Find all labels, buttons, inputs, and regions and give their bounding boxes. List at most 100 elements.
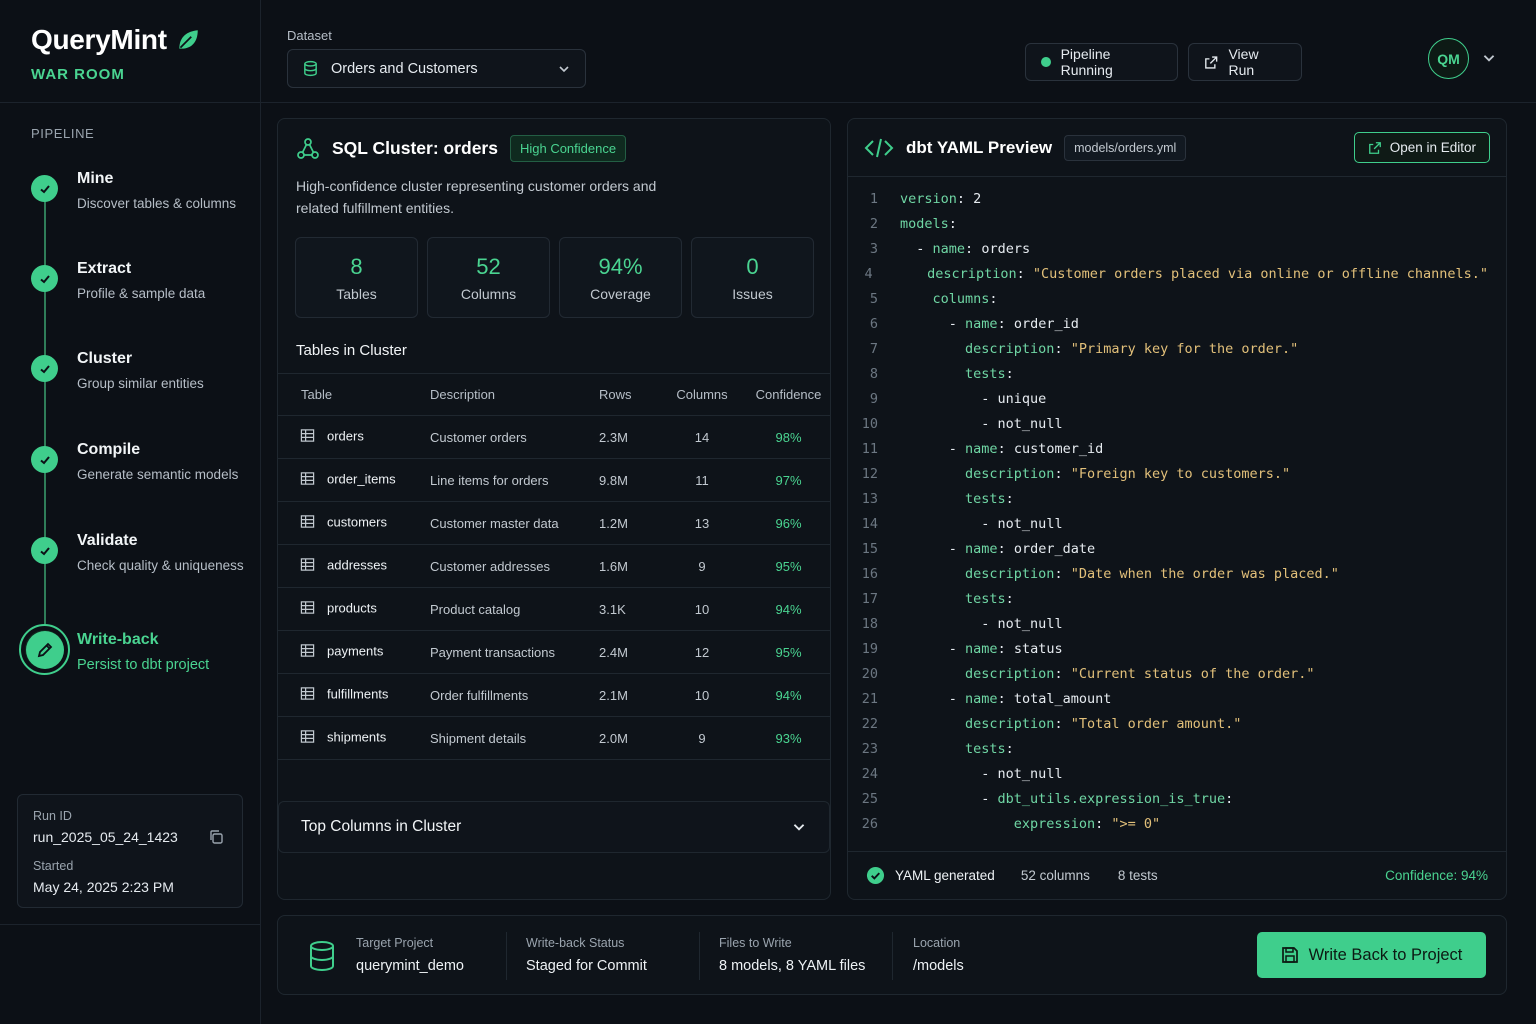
code-line: 1 version: 2 (848, 187, 1488, 212)
table-description-cell: Customer addresses (430, 544, 599, 588)
table-columns-cell: 9 (657, 544, 747, 588)
chevron-down-icon (793, 824, 805, 831)
line-number: 20 (861, 666, 878, 682)
code-dash: - (948, 541, 966, 557)
open-in-editor-button[interactable]: Open in Editor (1353, 132, 1490, 163)
col-header-rows[interactable]: Rows (599, 373, 657, 416)
step-title: Mine (77, 170, 114, 187)
check-icon (31, 265, 58, 292)
code-dash: - (981, 416, 998, 432)
table-row[interactable]: order_items Line items for orders 9.8M 11 97… (278, 458, 830, 502)
code-colon: : (1005, 591, 1014, 607)
code-key: description (965, 341, 1055, 357)
app-root: QueryMint WAR ROOM PIPELINE Mine Discove… (0, 0, 1536, 1024)
code-line: 22 description: "Total order amount." (848, 712, 1488, 737)
table-name-text: fulfillments (327, 686, 389, 702)
table-row[interactable]: orders Customer orders 2.3M 14 98% (278, 415, 830, 459)
code-key: columns (932, 291, 990, 307)
table-name-text: payments (327, 643, 384, 659)
pipeline-status-badge: Pipeline Running (1025, 43, 1178, 81)
table-columns-cell: 12 (657, 630, 747, 674)
code-key: name (965, 316, 998, 332)
col-header-description[interactable]: Description (430, 373, 599, 416)
table-confidence-cell: 96% (747, 501, 830, 545)
code-dash: - (981, 766, 998, 782)
code-colon: : (956, 191, 974, 207)
check-circle-icon (866, 866, 885, 885)
table-row[interactable]: products Product catalog 3.1K 10 94% (278, 587, 830, 631)
code-line: 25 - dbt_utils.expression_is_true: (848, 787, 1488, 812)
stat-card-issues: 0 Issues (691, 237, 814, 318)
step-desc: Group similar entities (77, 376, 204, 391)
code-line: 18 - not_null (848, 612, 1488, 637)
target-project: Target Project querymint_demo (356, 936, 464, 974)
col-header-confidence[interactable]: Confidence (747, 373, 830, 416)
table-row[interactable]: fulfillments Order fulfillments 2.1M 10 94% (278, 673, 830, 717)
line-number: 4 (864, 266, 873, 282)
stat-label: Tables (336, 286, 377, 302)
line-number: 9 (869, 391, 878, 407)
step-title: Validate (77, 532, 138, 549)
table-rows-cell: 1.6M (599, 544, 657, 588)
stat-card-tables: 8 Tables (295, 237, 418, 318)
code-dash: - (948, 316, 966, 332)
avatar[interactable]: QM (1428, 38, 1469, 79)
table-row[interactable]: customers Customer master data 1.2M 13 96% (278, 501, 830, 545)
top-header: Dataset Orders and Customers Pipeline Ru… (261, 0, 1536, 103)
check-icon (31, 355, 58, 382)
step-title: Cluster (77, 350, 133, 367)
code-line: 26 expression: ">= 0" (848, 812, 1488, 837)
line-number: 17 (861, 591, 878, 607)
chevron-down-icon (559, 65, 569, 72)
code-value: "Date when the order was placed." (1070, 566, 1339, 582)
table-icon (300, 514, 315, 532)
run-id-value: run_2025_05_24_1423 (33, 829, 178, 845)
col-header-columns[interactable]: Columns (657, 373, 747, 416)
chevron-down-icon[interactable] (1481, 50, 1497, 66)
table-icon (300, 428, 315, 446)
code-colon: : (1016, 266, 1033, 282)
code-key: models (900, 216, 949, 232)
code-line: 8 tests: (848, 362, 1488, 387)
code-colon: : (1005, 491, 1014, 507)
cluster-description: High-confidence cluster representing cus… (296, 178, 657, 216)
code-colon: : (1054, 666, 1071, 682)
write-back-status-value: Staged for Commit (526, 958, 647, 974)
code-colon: : (997, 316, 1014, 332)
yaml-code-view[interactable]: 1 version: 2 2 models:3 - name: orders 4 des… (848, 187, 1488, 837)
brand[interactable]: QueryMint WAR ROOM (31, 24, 201, 83)
table-row[interactable]: payments Payment transactions 2.4M 12 95% (278, 630, 830, 674)
view-run-button[interactable]: View Run (1188, 43, 1302, 81)
code-dash: - (981, 616, 998, 632)
line-number: 21 (861, 691, 878, 707)
table-row[interactable]: shipments Shipment details 2.0M 9 93% (278, 716, 830, 760)
table-description-cell: Payment transactions (430, 630, 599, 674)
code-line: 21 - name: total_amount (848, 687, 1488, 712)
copy-icon[interactable] (208, 829, 224, 850)
cluster-tables-table: Table Description Rows Columns Confidenc… (278, 373, 830, 760)
table-confidence-cell: 95% (747, 630, 830, 674)
leaf-icon (179, 30, 198, 49)
top-columns-accordion[interactable]: Top Columns in Cluster (278, 801, 830, 853)
location: Location /models (913, 936, 964, 974)
code-key: tests (965, 491, 1006, 507)
dataset-select[interactable]: Orders and Customers (287, 49, 586, 88)
write-back-button[interactable]: Write Back to Project (1257, 932, 1486, 978)
table-row[interactable]: addresses Customer addresses 1.6M 9 95% (278, 544, 830, 588)
files-to-write-label: Files to Write (719, 936, 792, 950)
col-header-table[interactable]: Table (278, 373, 430, 416)
sidebar-divider (0, 102, 260, 103)
code-value: not_null (997, 416, 1063, 432)
yaml-header: dbt YAML Preview models/orders.yml Open … (848, 119, 1506, 177)
